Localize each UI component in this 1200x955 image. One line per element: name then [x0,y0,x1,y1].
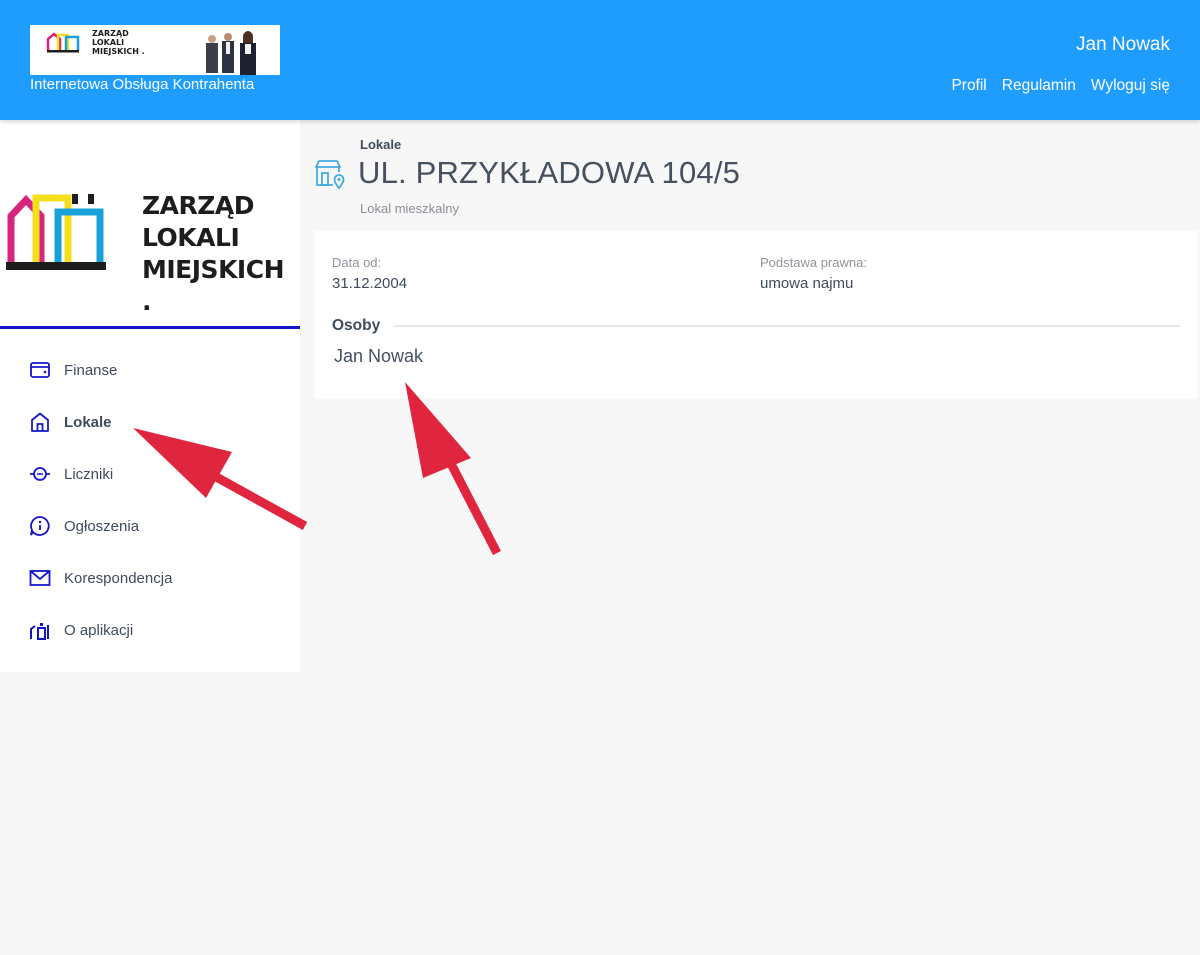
page-title: UL. PRZYKŁADOWA 104/5 [358,155,741,190]
sidebar-item-label: Korespondencja [64,569,173,587]
sidebar-item-label: Liczniki [64,465,114,483]
logo-divider [0,326,300,329]
property-location-icon [315,160,345,190]
zlm-big-logo-icon [6,194,106,270]
legal-basis-label: Podstawa prawna: [760,255,867,270]
sidebar-item-liczniki[interactable]: Liczniki [0,448,300,500]
date-from-value: 31.12.2004 [332,275,408,292]
page-subtitle: Lokal mieszkalny [360,201,459,216]
sidebar-item-korespondencja[interactable]: Korespondencja [0,552,300,604]
top-header: ZARZĄD LOKALI MIEJSKICH . Internetowa Ob… [0,0,1200,120]
terms-link[interactable]: Regulamin [1002,77,1076,95]
header-links: Profil Regulamin Wyloguj się [951,77,1170,95]
sidebar-item-label: Ogłoszenia [64,517,140,535]
legal-basis-value: umowa najmu [760,275,854,292]
banner-logo-text: ZARZĄD LOKALI MIEJSKICH . [92,29,145,56]
sidebar-logo-text: ZARZĄD LOKALI MIEJSKICH . [142,191,285,316]
envelope-icon [28,566,52,590]
info-bubble-icon [28,514,52,538]
header-banner: ZARZĄD LOKALI MIEJSKICH . [30,25,280,75]
persons-section-title: Osoby [332,317,381,334]
wallet-icon [28,358,52,382]
sidebar-nav: Finanse Lokale Liczniki Ogłoszenia Kores… [0,344,300,656]
sidebar-item-label: O aplikacji [64,621,134,639]
app-info-icon [28,618,52,642]
sidebar-item-o-aplikacji[interactable]: O aplikacji [0,604,300,656]
business-people-photo [190,25,280,75]
person-name: Jan Nowak [334,346,424,366]
logout-link[interactable]: Wyloguj się [1091,77,1170,95]
persons-section-header: Osoby [332,317,1180,335]
meter-icon [28,462,52,486]
sidebar-item-label: Finanse [64,361,118,379]
breadcrumb[interactable]: Lokale [360,137,401,152]
arrow-to-person [405,382,502,556]
portal-subtitle: Internetowa Obsługa Kontrahenta [30,76,255,93]
home-icon [28,410,52,434]
sidebar: ZARZĄD LOKALI MIEJSKICH . Finanse Lokale… [0,120,300,672]
sidebar-item-finanse[interactable]: Finanse [0,344,300,396]
sidebar-item-lokale[interactable]: Lokale [0,396,300,448]
zlm-logo-icon [46,32,80,53]
sidebar-item-label: Lokale [64,413,112,431]
date-from-label: Data od: [332,255,382,270]
section-divider [394,325,1180,327]
property-details-card: Data od: 31.12.2004 Podstawa prawna: umo… [315,231,1197,399]
sidebar-item-ogloszenia[interactable]: Ogłoszenia [0,500,300,552]
profile-link[interactable]: Profil [951,77,986,95]
user-name: Jan Nowak [1076,34,1170,55]
